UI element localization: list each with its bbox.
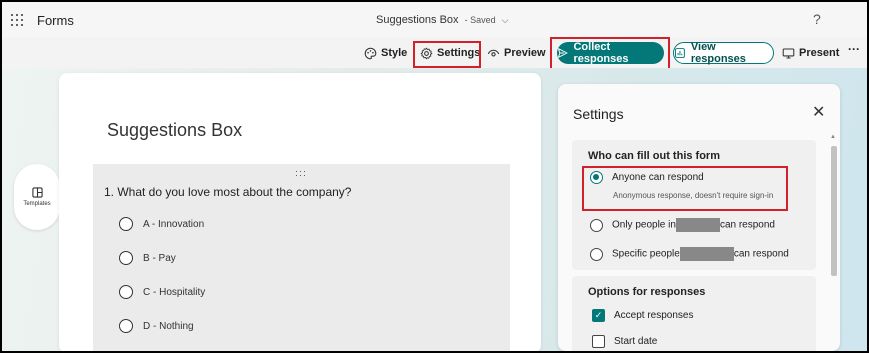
- app-window: Forms Suggestions Box - Saved ⌵ ? Style …: [2, 2, 867, 351]
- drag-handle-icon[interactable]: ··· ···: [295, 167, 307, 180]
- view-responses-label: View responses: [690, 41, 746, 65]
- option-radio[interactable]: [119, 251, 133, 265]
- help-icon[interactable]: ?: [813, 11, 821, 27]
- start-date-label: Start date: [614, 336, 658, 347]
- settings-panel-title: Settings: [573, 106, 624, 122]
- only-people-radio[interactable]: [590, 218, 603, 232]
- question-block[interactable]: ··· ··· 1. What do you love most about th…: [93, 164, 510, 351]
- option-label: D - Nothing: [143, 320, 194, 332]
- only-people-option[interactable]: Only people in can respond: [590, 218, 775, 232]
- redacted-block: [675, 218, 720, 232]
- toolbar: Style Settings Preview Collect responses…: [2, 37, 867, 70]
- option-item[interactable]: A - Innovation: [119, 217, 204, 231]
- form-title-menu[interactable]: Suggestions Box - Saved ⌵: [376, 14, 508, 26]
- response-options-section: Options for responses ✓ Accept responses…: [572, 276, 816, 351]
- option-label: B - Pay: [143, 252, 176, 264]
- redacted-block: [679, 247, 734, 261]
- monitor-icon: [782, 48, 795, 58]
- option-item[interactable]: C - Hospitality: [119, 285, 205, 299]
- option-label: C - Hospitality: [143, 286, 206, 298]
- save-status-text: Saved: [470, 15, 496, 25]
- template-icon: [31, 187, 43, 198]
- option-radio[interactable]: [119, 217, 133, 231]
- collect-highlight-box: [550, 37, 670, 70]
- start-date-option[interactable]: Start date: [592, 335, 657, 348]
- specific-people-suffix: can respond: [733, 248, 789, 260]
- option-item[interactable]: D - Nothing: [119, 319, 194, 333]
- option-label: A - Innovation: [143, 218, 205, 230]
- style-label: Style: [381, 47, 408, 59]
- scrollbar-thumb[interactable]: [831, 146, 837, 276]
- app-name[interactable]: Forms: [37, 13, 74, 28]
- app-launcher-icon[interactable]: [11, 14, 23, 26]
- present-button[interactable]: Present: [782, 43, 839, 63]
- option-radio[interactable]: [119, 285, 133, 299]
- form-card: Suggestions Box ··· ··· 1. What do you lo…: [59, 73, 541, 351]
- who-heading: Who can fill out this form: [588, 150, 720, 162]
- templates-label: Templates: [23, 201, 51, 207]
- option-item[interactable]: B - Pay: [119, 251, 176, 265]
- form-title: Suggestions Box: [376, 14, 459, 26]
- only-people-prefix: Only people in: [612, 219, 676, 231]
- question-title: 1. What do you love most about the compa…: [104, 185, 352, 199]
- close-icon[interactable]: ✕: [812, 102, 825, 122]
- options-heading: Options for responses: [588, 286, 706, 298]
- scroll-up-icon[interactable]: ▲: [830, 134, 836, 140]
- settings-panel: Settings ✕ ▲ Who can fill out this form …: [558, 84, 840, 351]
- palette-icon: [364, 47, 377, 59]
- top-bar: Forms Suggestions Box - Saved ⌵ ?: [2, 2, 867, 38]
- templates-button[interactable]: Templates: [14, 164, 60, 230]
- accept-responses-option[interactable]: ✓ Accept responses: [592, 309, 694, 322]
- specific-people-option[interactable]: Specific people can respond: [590, 247, 789, 261]
- style-button[interactable]: Style: [364, 43, 407, 63]
- chevron-down-icon: ⌵: [501, 14, 509, 25]
- more-options-icon[interactable]: ···: [848, 42, 860, 56]
- accept-responses-label: Accept responses: [614, 310, 694, 321]
- settings-highlight-box: [413, 41, 481, 68]
- option-radio[interactable]: [119, 319, 133, 333]
- preview-button[interactable]: Preview: [487, 43, 546, 63]
- start-date-checkbox[interactable]: [592, 335, 605, 348]
- accept-responses-checkbox[interactable]: ✓: [592, 309, 605, 322]
- preview-label: Preview: [504, 47, 546, 59]
- view-responses-button[interactable]: View responses: [673, 41, 774, 65]
- only-people-suffix: can respond: [719, 219, 775, 231]
- present-label: Present: [799, 47, 840, 59]
- eye-icon: [487, 49, 500, 56]
- specific-people-radio[interactable]: [590, 247, 603, 261]
- specific-people-prefix: Specific people: [612, 248, 680, 260]
- save-status: - Saved: [464, 15, 496, 25]
- chart-icon: [675, 48, 685, 58]
- form-heading[interactable]: Suggestions Box: [107, 120, 242, 141]
- anyone-highlight-box: [582, 166, 788, 211]
